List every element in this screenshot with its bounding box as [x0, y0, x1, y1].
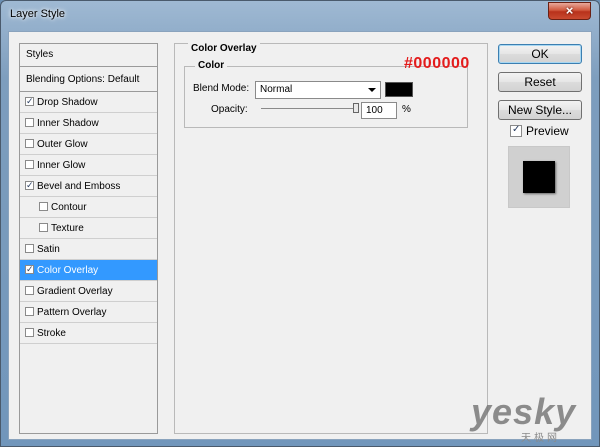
preview-checkbox[interactable]: ✓: [510, 124, 522, 137]
style-item[interactable]: Stroke: [20, 323, 157, 344]
style-item[interactable]: Gradient Overlay: [20, 281, 157, 302]
style-item-checkbox[interactable]: [25, 118, 34, 127]
layer-style-window: Layer Style × Styles Blending Options: D…: [0, 0, 600, 447]
style-item-label: Outer Glow: [37, 139, 88, 150]
preview-label: Preview: [526, 124, 569, 138]
close-icon: ×: [565, 3, 574, 18]
blend-mode-value: Normal: [260, 84, 293, 95]
style-item-label: Gradient Overlay: [37, 286, 113, 297]
style-item-label: Inner Glow: [37, 160, 86, 171]
preview-swatch: [523, 161, 555, 193]
style-item-label: Bevel and Emboss: [37, 181, 121, 192]
styles-list: Styles Blending Options: Default ✓ Drop S…: [19, 43, 158, 434]
style-item-checkbox[interactable]: ✓: [25, 180, 34, 190]
style-item[interactable]: Satin: [20, 239, 157, 260]
opacity-input[interactable]: 100: [361, 102, 397, 119]
group-title: Color Overlay: [188, 43, 260, 54]
style-item-label: Satin: [37, 244, 60, 255]
watermark-subtitle: 天极网: [521, 433, 560, 444]
watermark-logo: yesky: [471, 391, 577, 432]
style-item-label: Pattern Overlay: [37, 307, 107, 318]
checkmark-icon: ✓: [26, 264, 34, 274]
style-item-label: Stroke: [37, 328, 66, 339]
style-item-label: Drop Shadow: [37, 97, 98, 108]
style-item[interactable]: ✓ Color Overlay: [20, 260, 157, 281]
style-item[interactable]: Inner Glow: [20, 155, 157, 176]
style-items: ✓ Drop Shadow Inner Shadow Outer Glow Inner …: [20, 92, 157, 344]
color-sub-group: Color #000000 Blend Mode: Normal Opacity…: [184, 55, 469, 128]
style-item-checkbox[interactable]: [25, 286, 34, 295]
style-item-checkbox[interactable]: [25, 139, 34, 148]
dialog-client-area: Styles Blending Options: Default ✓ Drop S…: [8, 31, 592, 440]
reset-button[interactable]: Reset: [498, 72, 582, 92]
window-title: Layer Style: [10, 8, 66, 20]
style-item-checkbox[interactable]: ✓: [25, 264, 34, 274]
ok-button[interactable]: OK: [498, 44, 582, 64]
sub-group-title: Color: [195, 60, 228, 71]
close-button[interactable]: ×: [548, 2, 591, 20]
checkmark-icon: ✓: [26, 180, 34, 190]
opacity-unit: %: [402, 104, 411, 115]
new-style-button[interactable]: New Style...: [498, 100, 582, 120]
style-item[interactable]: Outer Glow: [20, 134, 157, 155]
checkmark-icon: ✓: [512, 124, 521, 135]
opacity-value: 100: [366, 105, 383, 116]
blend-mode-select[interactable]: Normal: [255, 81, 381, 99]
title-bar[interactable]: Layer Style ×: [1, 1, 599, 31]
style-item-checkbox[interactable]: [39, 202, 48, 211]
style-preview: [508, 146, 570, 208]
style-item[interactable]: Texture: [20, 218, 157, 239]
opacity-slider-thumb[interactable]: [353, 103, 359, 113]
overlay-color-swatch[interactable]: [385, 82, 413, 97]
styles-header[interactable]: Styles: [20, 44, 157, 67]
checkmark-icon: ✓: [26, 96, 34, 106]
style-item[interactable]: ✓ Drop Shadow: [20, 92, 157, 113]
chevron-down-icon: [368, 88, 376, 92]
style-item[interactable]: Contour: [20, 197, 157, 218]
style-item[interactable]: ✓ Bevel and Emboss: [20, 176, 157, 197]
color-overlay-group: Color Overlay Color #000000 Blend Mode: …: [174, 43, 488, 434]
style-item-checkbox[interactable]: [25, 244, 34, 253]
style-item-label: Texture: [51, 223, 84, 234]
style-item-checkbox[interactable]: [25, 160, 34, 169]
style-item-label: Contour: [51, 202, 87, 213]
style-item-label: Color Overlay: [37, 265, 99, 276]
blend-mode-label: Blend Mode:: [193, 83, 250, 94]
blending-options-item[interactable]: Blending Options: Default: [20, 69, 157, 92]
style-item-label: Inner Shadow: [37, 118, 99, 129]
style-item-checkbox[interactable]: [25, 307, 34, 316]
style-item-checkbox[interactable]: ✓: [25, 96, 34, 106]
style-item[interactable]: Inner Shadow: [20, 113, 157, 134]
style-item-checkbox[interactable]: [39, 223, 48, 232]
style-item[interactable]: Pattern Overlay: [20, 302, 157, 323]
style-item-checkbox[interactable]: [25, 328, 34, 337]
opacity-label: Opacity:: [211, 104, 248, 115]
color-hex-annotation: #000000: [404, 55, 470, 72]
opacity-slider[interactable]: [261, 108, 357, 109]
